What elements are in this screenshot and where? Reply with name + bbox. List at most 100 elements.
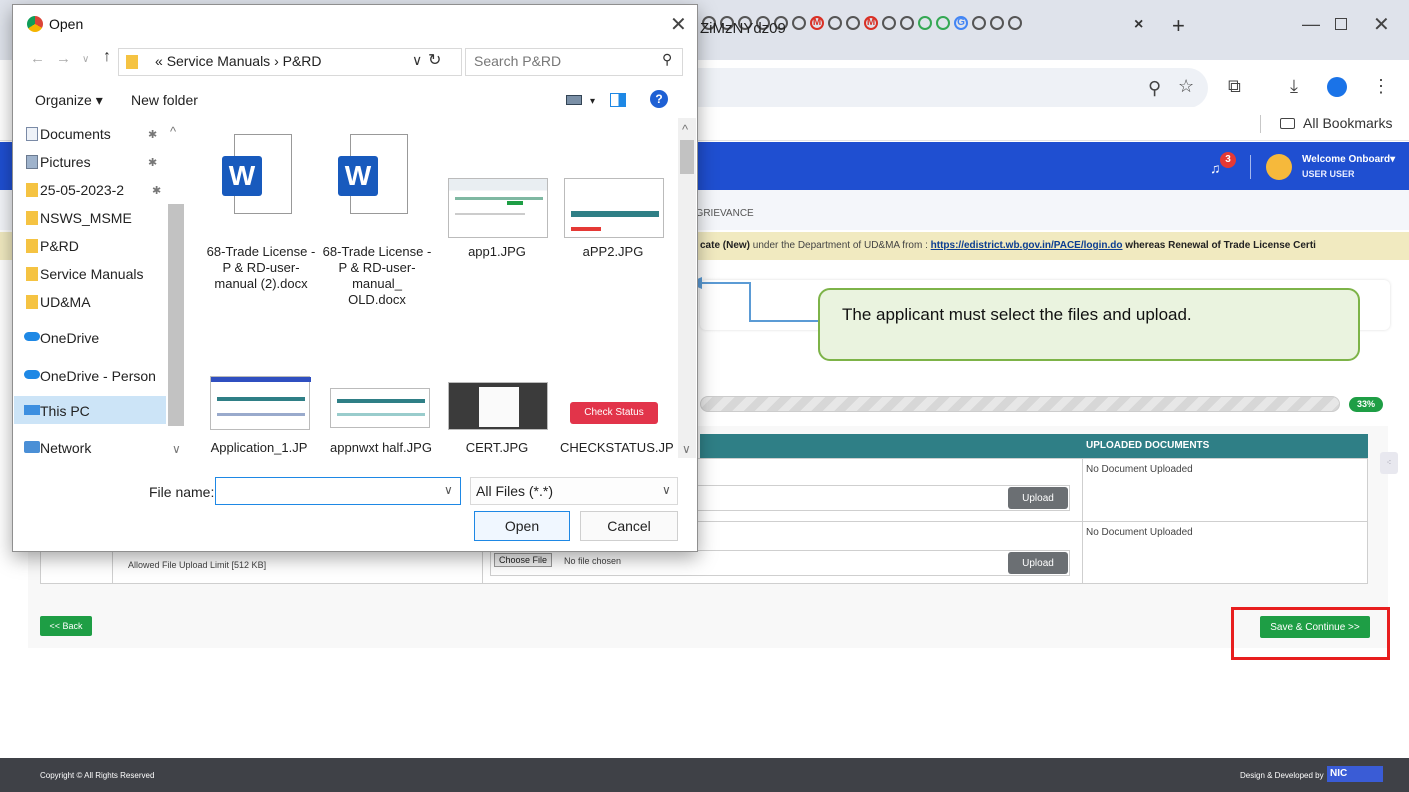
drive-tab-icon[interactable] [936,16,950,30]
nav-item-service-manuals[interactable]: Service Manuals [40,266,144,282]
file-item[interactable]: CERT.JPG [442,440,552,456]
tab-favicon-icon[interactable] [846,16,860,30]
word-file-icon[interactable]: W [332,134,412,224]
view-mode-icon[interactable] [566,95,582,105]
nav-item-pictures[interactable]: Pictures [40,154,91,170]
up-folder-icon[interactable]: ↑ [103,48,111,66]
open-button[interactable]: Open [474,511,570,541]
path-dropdown-icon[interactable]: ∨ [412,52,422,69]
pin-icon[interactable]: ✱ [148,128,157,141]
image-thumbnail[interactable] [564,178,664,238]
scroll-down-icon[interactable]: ∨ [172,442,181,456]
chrome-icon [27,16,43,32]
image-thumbnail[interactable] [330,388,430,428]
notification-bell-icon[interactable]: ♫ [1210,160,1221,176]
file-type-dropdown-icon[interactable]: ∨ [662,483,671,497]
nav-item-documents[interactable]: Documents [40,126,111,142]
restore-window-button[interactable] [1335,18,1347,30]
scroll-up-icon[interactable]: ^ [682,122,688,137]
image-thumbnail[interactable] [210,376,311,430]
pin-icon[interactable]: ✱ [148,156,157,169]
tab-favicon-icon[interactable] [792,16,806,30]
scroll-down-icon[interactable]: ∨ [682,442,691,456]
gmail-tab-icon[interactable]: M [810,16,824,30]
nav-scrollbar-thumb[interactable] [168,204,184,426]
recent-dropdown-icon[interactable]: ∨ [82,54,89,65]
image-thumbnail[interactable]: Check Status [564,398,664,428]
side-widget-icon[interactable]: ⁖ [1380,452,1398,474]
user-avatar[interactable] [1266,154,1292,180]
nav-item-folder-date[interactable]: 25-05-2023-2 [40,182,148,198]
tab-favicon-icon[interactable] [828,16,842,30]
tab-close-icon[interactable]: × [1134,16,1143,34]
all-bookmarks-link[interactable]: All Bookmarks [1303,115,1392,131]
minimize-window-button[interactable]: — [1302,14,1320,35]
refresh-icon[interactable]: ↻ [428,50,441,70]
image-thumbnail[interactable] [448,178,548,238]
tab-favicon-icon[interactable] [990,16,1004,30]
forward-arrow-icon[interactable]: → [56,50,71,67]
address-bar-url[interactable]: ZiMzNYdz09 [700,20,786,37]
file-item[interactable]: 68-Trade License - P & RD-user-manual_ O… [322,244,432,308]
download-icon[interactable]: ⤓ [1290,76,1298,97]
extensions-icon[interactable]: ⧉ [1228,76,1241,97]
preview-pane-icon[interactable] [610,93,626,107]
upload-button[interactable]: Upload [1008,487,1068,509]
welcome-dropdown[interactable]: Welcome Onboard▾ [1302,154,1395,165]
nav-item-this-pc[interactable]: This PC [40,403,90,419]
cancel-button[interactable]: Cancel [580,511,678,541]
breadcrumb-grievance[interactable]: / GRIEVANCE [690,208,754,219]
scroll-up-icon[interactable]: ^ [170,124,176,139]
word-file-icon[interactable]: W [216,134,296,224]
tab-favicon-icon[interactable] [1008,16,1022,30]
no-document-status: No Document Uploaded [1086,527,1193,538]
nav-item-network[interactable]: Network [40,440,91,456]
dialog-path[interactable]: « Service Manuals › P&RD [155,53,322,69]
table-header [700,434,1368,458]
zoom-icon[interactable]: ⚲ [1148,78,1161,99]
tab-favicon-icon[interactable] [900,16,914,30]
developer-credit: Design & Developed by [1240,771,1324,780]
file-item[interactable]: app1.JPG [442,244,552,260]
choose-file-button[interactable]: Choose File [494,553,553,567]
file-item[interactable]: aPP2.JPG [558,244,668,260]
profile-avatar-icon[interactable] [1327,77,1347,97]
file-name-dropdown-icon[interactable]: ∨ [444,483,453,497]
file-item[interactable]: CHECKSTATUS.JP [560,440,674,456]
nav-item-nsws-msme[interactable]: NSWS_MSME [40,210,132,226]
view-dropdown-icon[interactable]: ▾ [590,96,595,107]
tab-favicon-icon[interactable] [882,16,896,30]
nav-item-onedrive-personal[interactable]: OneDrive - Person [40,368,168,384]
pin-icon[interactable]: ✱ [152,184,161,197]
new-tab-button[interactable]: + [1172,13,1185,39]
menu-kebab-icon[interactable]: ⋮ [1372,76,1390,97]
bookmark-star-icon[interactable]: ☆ [1178,76,1194,97]
close-window-button[interactable]: ✕ [1373,12,1390,37]
nav-item-onedrive[interactable]: OneDrive [40,330,99,346]
pace-login-link[interactable]: https://edistrict.wb.gov.in/PACE/login.d… [931,240,1123,251]
search-icon[interactable]: ⚲ [662,51,672,68]
file-item[interactable]: appnwxt half.JPG [326,440,436,456]
help-icon[interactable]: ? [650,90,668,108]
file-item[interactable]: Application_1.JP [204,440,314,456]
drive-tab-icon[interactable] [918,16,932,30]
file-name-label: File name: [149,484,215,500]
organize-menu[interactable]: Organize ▾ [35,92,103,109]
file-type-value[interactable]: All Files (*.*) [476,483,553,499]
file-item[interactable]: 68-Trade License - P & RD-user-manual (2… [206,244,316,292]
google-tab-icon[interactable]: G [954,16,968,30]
user-name: USER USER [1302,169,1355,179]
files-scrollbar-thumb[interactable] [680,140,694,174]
image-thumbnail[interactable] [448,382,548,430]
nav-item-udma[interactable]: UD&MA [40,294,91,310]
file-name-input[interactable] [215,477,461,505]
tab-favicon-icon[interactable] [972,16,986,30]
no-document-status: No Document Uploaded [1086,464,1193,475]
back-arrow-icon[interactable]: ← [30,50,45,67]
gmail-tab-icon[interactable]: M [864,16,878,30]
dialog-close-icon[interactable]: ✕ [670,12,687,37]
upload-button[interactable]: Upload [1008,552,1068,574]
new-folder-button[interactable]: New folder [131,92,198,108]
back-button[interactable]: << Back [40,616,92,636]
nav-item-prd[interactable]: P&RD [40,238,79,254]
